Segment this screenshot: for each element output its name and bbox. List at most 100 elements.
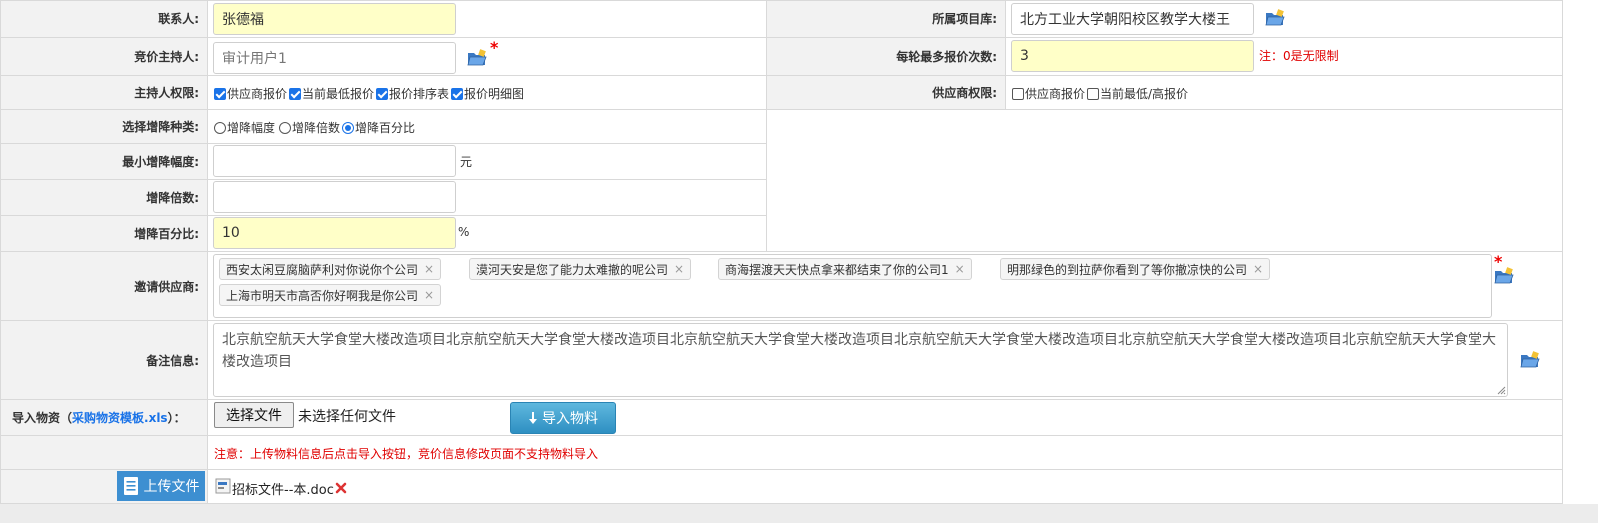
import-label-prefix: 导入物资（ bbox=[12, 411, 73, 425]
remove-tag-icon[interactable]: × bbox=[424, 288, 434, 302]
arrow-down-icon bbox=[529, 412, 537, 424]
file-icon bbox=[215, 478, 231, 494]
grid-line bbox=[0, 215, 767, 216]
import-notice: 注意：上传物料信息后点击导入按钮，竞价信息修改页面不支持物料导入 bbox=[214, 447, 599, 461]
grid-line bbox=[0, 251, 1563, 252]
project-lib-input[interactable]: 北方工业大学朝阳校区教学大楼王 bbox=[1011, 3, 1254, 35]
remove-tag-icon[interactable]: × bbox=[955, 262, 965, 276]
supplier-tag: 明那绿色的到拉萨你看到了等你撤凉快的公司 × bbox=[1000, 258, 1271, 280]
resize-handle-icon[interactable] bbox=[1497, 386, 1506, 395]
multiple-input[interactable] bbox=[213, 181, 456, 213]
grid-line bbox=[0, 399, 1563, 400]
checkbox-unchecked[interactable] bbox=[1087, 88, 1100, 100]
import-button[interactable]: 导入物料 bbox=[510, 402, 616, 434]
host-label: 竞价主持人: bbox=[0, 38, 207, 75]
template-link[interactable]: 采购物资模板.xls bbox=[72, 409, 168, 426]
host-perm-option[interactable]: 报价明细图 bbox=[451, 85, 524, 102]
option-label: 增降倍数 bbox=[292, 121, 341, 135]
supplier-perm-option[interactable]: 供应商报价 bbox=[1012, 85, 1085, 102]
min-change-input[interactable] bbox=[213, 145, 456, 177]
change-type-options: 增降幅度 增降倍数 增降百分比 bbox=[214, 119, 417, 136]
option-label: 增降幅度 bbox=[227, 121, 276, 135]
remove-tag-icon[interactable]: × bbox=[674, 262, 684, 276]
max-quotes-label: 每轮最多报价次数: bbox=[767, 38, 1005, 75]
grid-line bbox=[0, 320, 1563, 321]
supplier-tag: 西安太闲豆腐脑萨利对你说你个公司 × bbox=[219, 258, 442, 280]
import-label: 导入物资（ 采购物资模板.xls）： bbox=[0, 400, 207, 435]
checkbox-checked[interactable] bbox=[376, 88, 389, 100]
uploaded-file-name[interactable]: 招标文件--本.doc bbox=[232, 479, 334, 498]
change-type-option[interactable]: 增降倍数 bbox=[279, 119, 340, 136]
folder-open-icon[interactable] bbox=[1494, 267, 1514, 285]
remarks-textarea[interactable]: 北京航空航天大学食堂大楼改造项目北京航空航天大学食堂大楼改造项目北京航空航天大学… bbox=[213, 323, 1508, 397]
supplier-tag: 上海市明天市高否你好啊我是你公司 × bbox=[219, 284, 442, 306]
checkbox-checked[interactable] bbox=[289, 88, 302, 100]
host-perm-options: 供应商报价 当前最低报价 报价排序表 报价明细图 bbox=[214, 85, 526, 102]
grid-line bbox=[207, 0, 208, 504]
radio-unselected[interactable] bbox=[214, 122, 226, 134]
folder-open-icon[interactable] bbox=[1265, 9, 1285, 27]
grid-line bbox=[0, 503, 1563, 504]
max-quotes-note: 注：0是无限制 bbox=[1259, 49, 1339, 63]
remove-tag-icon[interactable]: × bbox=[424, 262, 434, 276]
host-perm-label: 主持人权限: bbox=[0, 76, 207, 109]
change-type-option[interactable]: 增降幅度 bbox=[214, 119, 275, 136]
host-perm-option[interactable]: 报价排序表 bbox=[376, 85, 449, 102]
checkbox-checked[interactable] bbox=[214, 88, 226, 100]
required-mark: * bbox=[490, 38, 499, 57]
option-label: 增降百分比 bbox=[355, 121, 416, 135]
grid-line bbox=[0, 143, 767, 144]
remove-tag-icon[interactable]: × bbox=[1253, 262, 1263, 276]
percent-label: 增降百分比: bbox=[0, 216, 207, 251]
contact-label: 联系人: bbox=[0, 0, 207, 37]
grid-line bbox=[0, 75, 1563, 76]
no-file-text: 未选择任何文件 bbox=[298, 409, 396, 425]
host-perm-option[interactable]: 当前最低报价 bbox=[289, 85, 374, 102]
option-label: 当前最低/高报价 bbox=[1100, 87, 1189, 101]
folder-open-icon[interactable] bbox=[467, 49, 487, 67]
min-change-unit: 元 bbox=[460, 155, 473, 169]
change-type-label: 选择增降种类: bbox=[0, 110, 207, 143]
upload-button-label: 上传文件 bbox=[143, 479, 200, 495]
grid-line bbox=[0, 109, 1563, 110]
supplier-perm-label: 供应商权限: bbox=[767, 76, 1005, 109]
remarks-label: 备注信息: bbox=[0, 321, 207, 399]
delete-x-icon[interactable] bbox=[335, 482, 347, 494]
option-label: 报价明细图 bbox=[464, 87, 525, 101]
radio-unselected[interactable] bbox=[279, 122, 292, 134]
option-label: 报价排序表 bbox=[389, 87, 450, 101]
checkbox-unchecked[interactable] bbox=[1012, 88, 1024, 100]
grid-line bbox=[0, 0, 1563, 1]
host-perm-option[interactable]: 供应商报价 bbox=[214, 85, 287, 102]
option-label: 供应商报价 bbox=[1025, 87, 1086, 101]
import-label-suffix: ）： bbox=[167, 411, 186, 425]
max-quotes-input[interactable]: 3 bbox=[1011, 40, 1254, 72]
checkbox-checked[interactable] bbox=[451, 88, 464, 100]
supplier-tag: 漠河天安是您了能力太难撤的呢公司 × bbox=[469, 258, 692, 280]
option-label: 当前最低报价 bbox=[302, 87, 375, 101]
upload-document-icon bbox=[123, 477, 138, 495]
multiple-label: 增降倍数: bbox=[0, 180, 207, 215]
contact-input[interactable]: 张德福 bbox=[213, 3, 456, 35]
radio-selected[interactable] bbox=[342, 122, 355, 134]
change-type-option[interactable]: 增降百分比 bbox=[342, 119, 415, 136]
option-label: 供应商报价 bbox=[227, 87, 288, 101]
supplier-perm-options: 供应商报价 当前最低/高报价 bbox=[1012, 85, 1190, 102]
supplier-tag: 商海摆渡天天快点拿来都结束了你的公司1 × bbox=[718, 258, 972, 280]
host-placeholder: 审计用户1 bbox=[222, 51, 287, 67]
host-input[interactable]: 审计用户1 bbox=[213, 42, 456, 74]
remarks-text: 北京航空航天大学食堂大楼改造项目北京航空航天大学食堂大楼改造项目北京航空航天大学… bbox=[222, 332, 1496, 370]
grid-line bbox=[0, 37, 1563, 38]
suppliers-label: 邀请供应商: bbox=[0, 252, 207, 320]
supplier-perm-option[interactable]: 当前最低/高报价 bbox=[1087, 85, 1188, 102]
upload-file-button[interactable]: 上传文件 bbox=[117, 471, 205, 501]
import-button-label: 导入物料 bbox=[542, 411, 598, 427]
grid-line bbox=[0, 179, 767, 180]
tag-label: 漠河天安是您了能力太难撤的呢公司 bbox=[476, 262, 669, 277]
choose-file-button[interactable]: 选择文件 bbox=[214, 402, 294, 428]
folder-open-icon[interactable] bbox=[1520, 351, 1540, 369]
min-change-label: 最小增降幅度: bbox=[0, 144, 207, 179]
percent-input[interactable]: 10 bbox=[213, 217, 456, 249]
grid-line bbox=[0, 0, 1, 504]
grid-line bbox=[1005, 0, 1006, 110]
